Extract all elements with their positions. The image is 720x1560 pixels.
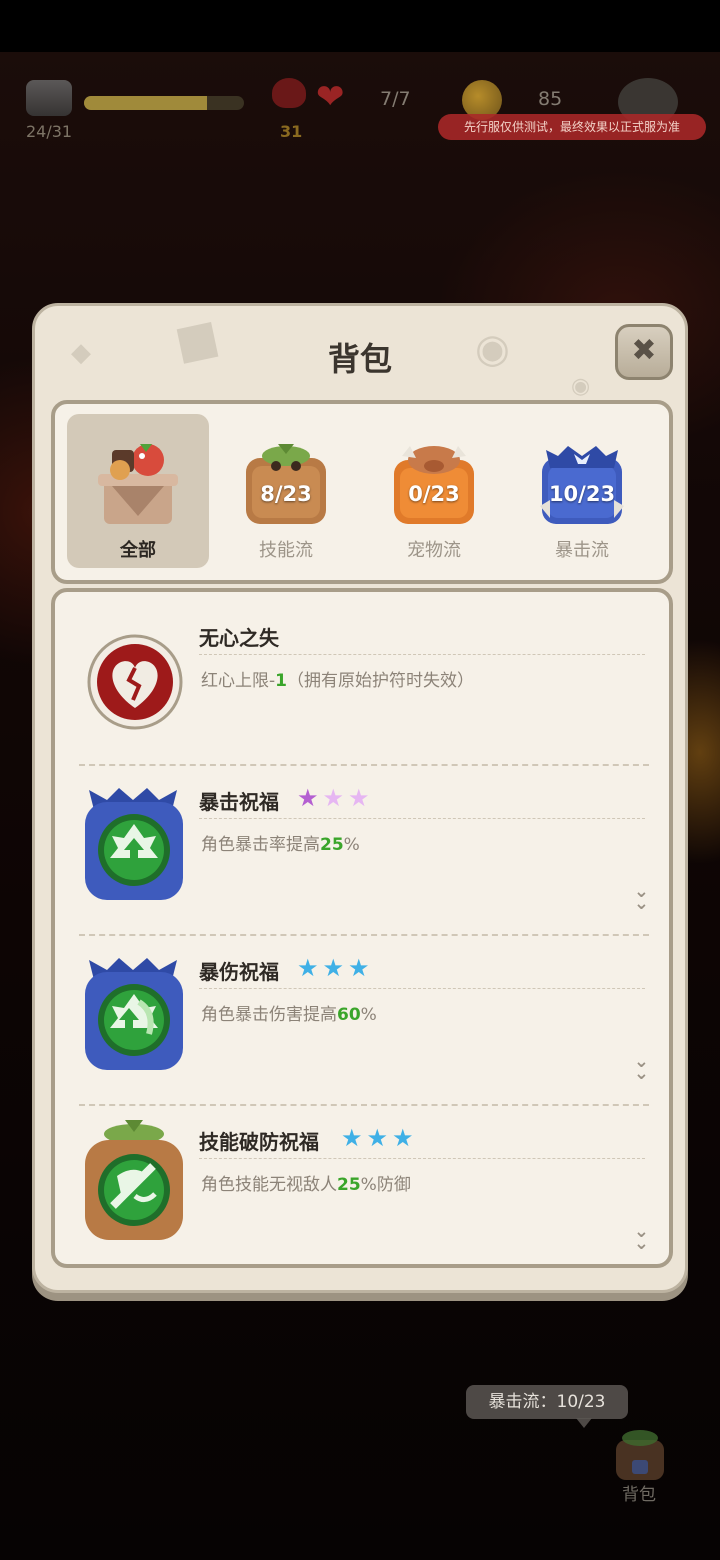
category-tabs: 全部 8/23 技能流 0/23 宠物流 10/23 暴击流: [51, 400, 673, 584]
item-description: 红心上限-1（拥有原始护符时失效）: [201, 671, 474, 691]
item-title: 无心之失: [199, 626, 279, 650]
coins-count: 85: [538, 88, 563, 110]
skill-pierce-blessing-icon: [85, 1120, 183, 1240]
close-button[interactable]: ✖: [615, 324, 673, 380]
item-list[interactable]: 无心之失 红心上限-1（拥有原始护符时失效） 暴击祝福 ★ ★ ★ 角色暴击率提高2…: [51, 588, 673, 1268]
star-icon: ★: [322, 954, 345, 982]
item-description: 角色技能无视敌人25%防御: [201, 1175, 411, 1195]
star-icon: ★: [297, 954, 319, 982]
item-separator: [79, 1104, 649, 1106]
tooltip-tail: [576, 1418, 592, 1428]
heart-icon: ❤: [316, 77, 345, 117]
list-item[interactable]: 暴击祝福 ★ ★ ★ 角色暴击率提高25% ⌄ ⌄: [79, 776, 649, 932]
tab-skill[interactable]: 8/23 技能流: [215, 414, 357, 568]
star-icon: ★: [348, 954, 370, 982]
xp-progress-text: 24/31: [26, 122, 73, 141]
item-title: 暴击祝福: [199, 790, 279, 814]
tab-skill-label: 技能流: [259, 540, 313, 561]
hearts-count: 7/7: [380, 88, 411, 110]
tab-pet[interactable]: 0/23 宠物流: [363, 414, 505, 568]
backpack-icon: [616, 1430, 664, 1480]
item-divider: [199, 1158, 645, 1159]
item-divider: [199, 988, 645, 989]
item-divider: [199, 654, 645, 655]
item-description: 角色暴击伤害提高60%: [201, 1005, 377, 1025]
tab-crit[interactable]: 10/23 暴击流: [511, 414, 653, 568]
backpack-label: 背包: [622, 1485, 656, 1505]
item-title: 暴伤祝福: [199, 960, 279, 984]
chest-icon[interactable]: [26, 80, 72, 116]
backpack-button[interactable]: 背包: [606, 1424, 672, 1506]
star-rating: ★ ★ ★: [297, 956, 374, 980]
crit-progress-tooltip: 暴击流：10/23: [466, 1385, 628, 1419]
tab-skill-count: 8/23: [260, 482, 312, 506]
test-server-banner: 先行服仅供测试，最终效果以正式服为准: [438, 114, 706, 140]
tab-pet-count: 0/23: [408, 482, 460, 506]
star-icon: ★: [322, 784, 345, 812]
close-icon: ✖: [631, 333, 657, 368]
tab-crit-label: 暴击流: [555, 540, 609, 561]
tab-all-label: 全部: [120, 540, 156, 561]
broken-heart-icon: [87, 634, 183, 730]
top-hud: 24/31 31 ❤ 7/7 85 先行服仅供测试，最终效果以正式服为准: [0, 70, 720, 150]
expand-chevron-icon[interactable]: ⌄ ⌄: [634, 1053, 649, 1083]
star-icon: ★: [366, 1124, 389, 1152]
demon-icon: [272, 78, 306, 108]
list-item[interactable]: 技能破防祝福 ★ ★ ★ 角色技能无视敌人25%防御 ⌄ ⌄: [79, 1116, 649, 1266]
all-items-icon: [98, 444, 178, 524]
star-rating: ★ ★ ★: [341, 1126, 418, 1150]
item-divider: [199, 818, 645, 819]
backpack-modal: ◆ ■ ◉ ◉ 背包 ✖ 全部 8/23 技能流 0/23 宠物流 10/23 …: [32, 303, 688, 1293]
star-icon: ★: [297, 784, 319, 812]
list-item[interactable]: 无心之失 红心上限-1（拥有原始护符时失效）: [79, 612, 649, 772]
list-item[interactable]: 暴伤祝福 ★ ★ ★ 角色暴击伤害提高60% ⌄ ⌄: [79, 946, 649, 1102]
xp-progress-fill: [84, 96, 208, 110]
xp-progress-bar: [84, 96, 244, 110]
item-title: 技能破防祝福: [199, 1130, 319, 1154]
expand-chevron-icon[interactable]: ⌄ ⌄: [634, 883, 649, 913]
expand-chevron-icon[interactable]: ⌄ ⌄: [634, 1223, 649, 1253]
star-icon: ★: [392, 1124, 414, 1152]
modal-title: 背包: [327, 340, 392, 378]
star-icon: ★: [341, 1124, 363, 1152]
star-icon: ★: [348, 784, 370, 812]
tab-all[interactable]: 全部: [67, 414, 209, 568]
tab-crit-count: 10/23: [548, 482, 616, 506]
item-separator: [79, 934, 649, 936]
demon-count: 31: [280, 122, 303, 141]
star-rating: ★ ★ ★: [297, 786, 374, 810]
crit-blessing-icon: [85, 788, 183, 900]
item-description: 角色暴击率提高25%: [201, 835, 360, 855]
tab-pet-label: 宠物流: [407, 540, 461, 561]
crit-damage-blessing-icon: [85, 958, 183, 1070]
item-separator: [79, 764, 649, 766]
